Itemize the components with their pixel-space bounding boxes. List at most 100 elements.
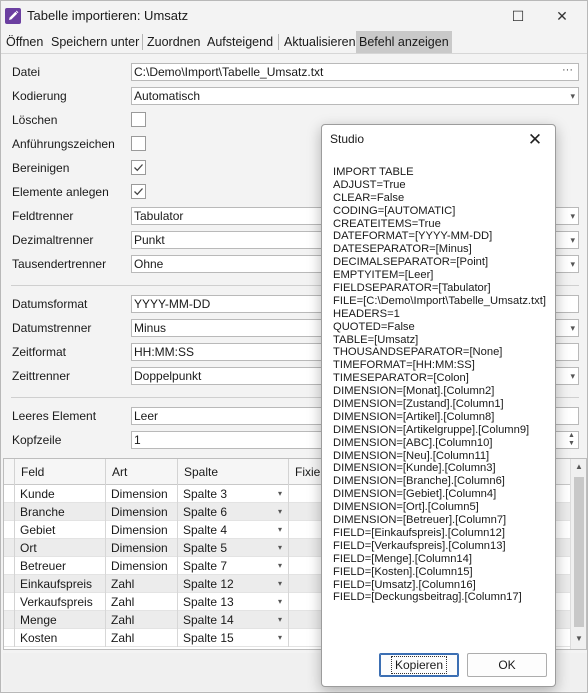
- elemente-anlegen-checkbox[interactable]: [131, 184, 146, 199]
- menu-separator: [278, 34, 279, 50]
- zeitformat-value: HH:MM:SS: [134, 345, 194, 359]
- cell-spalte[interactable]: Spalte 15 ▾: [178, 629, 289, 647]
- command-line: ADJUST=True: [333, 178, 406, 191]
- dialog-close-icon[interactable]: ✕: [522, 129, 548, 151]
- ok-button[interactable]: OK: [467, 653, 547, 677]
- scrollbar-thumb[interactable]: [574, 477, 584, 627]
- row-header: [4, 503, 15, 521]
- close-button[interactable]: ✕: [547, 5, 577, 27]
- kodierung-select[interactable]: Automatisch ▾: [131, 87, 579, 105]
- cell-feld: Verkaufspreis: [15, 593, 106, 611]
- datumsformat-value: YYYY-MM-DD: [134, 297, 211, 311]
- row-header: [4, 557, 15, 575]
- leer-label: Leeres Element: [12, 409, 97, 423]
- tausender-label: Tausendertrenner: [12, 257, 107, 271]
- check-icon: [134, 164, 143, 172]
- command-line: DIMENSION=[Branche].[Column6]: [333, 475, 505, 488]
- column-header-spalte[interactable]: Spalte: [178, 459, 289, 485]
- cell-feld: Kosten: [15, 629, 106, 647]
- cell-spalte-value: Spalte 5: [183, 541, 228, 555]
- cell-spalte[interactable]: Spalte 7 ▾: [178, 557, 289, 575]
- column-header-art[interactable]: Art: [106, 459, 178, 485]
- menu-zuordnen[interactable]: Zuordnen: [144, 31, 204, 53]
- dialog-title: Studio: [330, 132, 365, 146]
- command-line: FIELDSEPARATOR=[Tabulator]: [333, 282, 491, 295]
- command-line: CODING=[AUTOMATIC]: [333, 204, 456, 217]
- edit-pencil-icon: [5, 8, 21, 24]
- datumstrenner-value: Minus: [134, 321, 167, 335]
- menu-speichern-unter[interactable]: Speichern unter: [48, 31, 142, 53]
- feldtrenner-value: Tabulator: [134, 209, 184, 223]
- command-line: DIMENSION=[Betreuer].[Column7]: [333, 514, 507, 527]
- row-header: [4, 593, 15, 611]
- row-header: [4, 575, 15, 593]
- kopfzeile-label: Kopfzeile: [12, 433, 62, 447]
- chevron-down-icon: ▾: [277, 561, 282, 570]
- spin-down-icon[interactable]: ▼: [566, 440, 577, 448]
- cell-feld: Betreuer: [15, 557, 106, 575]
- feldtrenner-label: Feldtrenner: [12, 209, 74, 223]
- cell-art: Zahl: [106, 575, 178, 593]
- maximize-button[interactable]: ☐: [503, 5, 533, 27]
- command-line: FIELD=[Deckungsbeitrag].[Column17]: [333, 591, 522, 604]
- command-line: DIMENSION=[Kunde].[Column3]: [333, 462, 496, 475]
- command-text: IMPORT TABLE ADJUST=True CLEAR=False CODING…: [333, 166, 546, 604]
- menu-befehl-anzeigen[interactable]: Befehl anzeigen: [356, 31, 452, 53]
- anfuehrungszeichen-checkbox[interactable]: [131, 136, 146, 151]
- menu-oeffnen[interactable]: Öffnen: [3, 31, 46, 53]
- bereinigen-checkbox[interactable]: [131, 160, 146, 175]
- cell-art: Dimension: [106, 503, 178, 521]
- browse-icon[interactable]: ···: [562, 64, 573, 78]
- row-header: [4, 485, 15, 503]
- cell-spalte[interactable]: Spalte 6 ▾: [178, 503, 289, 521]
- cell-art: Zahl: [106, 611, 178, 629]
- command-line: HEADERS=1: [333, 307, 400, 320]
- menu-aktualisieren[interactable]: Aktualisieren: [281, 31, 359, 53]
- copy-button[interactable]: Kopieren: [379, 653, 459, 677]
- title-bar: Tabelle importieren: Umsatz ☐ ✕: [1, 1, 587, 31]
- cell-spalte[interactable]: Spalte 12 ▾: [178, 575, 289, 593]
- cell-spalte[interactable]: Spalte 13 ▾: [178, 593, 289, 611]
- command-line: THOUSANDSEPARATOR=[None]: [333, 346, 503, 359]
- menu-aufsteigend[interactable]: Aufsteigend: [204, 31, 276, 53]
- row-header-corner: [4, 459, 15, 485]
- command-line: EMPTYITEM=[Leer]: [333, 269, 434, 282]
- zeitformat-label: Zeitformat: [12, 345, 67, 359]
- chevron-down-icon: ▾: [570, 259, 575, 269]
- scroll-up-icon[interactable]: ▲: [571, 459, 586, 475]
- chevron-down-icon: ▾: [277, 507, 282, 516]
- command-line: DIMENSION=[Artikel].[Column8]: [333, 410, 495, 423]
- chevron-down-icon: ▾: [277, 597, 282, 606]
- cell-spalte[interactable]: Spalte 5 ▾: [178, 539, 289, 557]
- tausender-value: Ohne: [134, 257, 164, 271]
- datei-field[interactable]: C:\Demo\Import\Tabelle_Umsatz.txt ···: [131, 63, 579, 81]
- vertical-scrollbar[interactable]: ▲ ▼: [570, 459, 586, 649]
- check-icon: [134, 188, 143, 196]
- cell-spalte[interactable]: Spalte 14 ▾: [178, 611, 289, 629]
- scroll-down-icon[interactable]: ▼: [571, 631, 586, 647]
- bereinigen-label: Bereinigen: [12, 161, 70, 175]
- cell-spalte-value: Spalte 14: [183, 613, 234, 627]
- command-line: FIELD=[Verkaufspreis].[Column13]: [333, 539, 506, 552]
- spin-up-icon[interactable]: ▲: [566, 432, 577, 440]
- leer-value: Leer: [134, 409, 159, 423]
- zeittrenner-label: Zeittrenner: [12, 369, 71, 383]
- command-line: CREATEITEMS=True: [333, 217, 441, 230]
- loeschen-checkbox[interactable]: [131, 112, 146, 127]
- command-line: DIMENSION=[Zustand].[Column1]: [333, 398, 504, 411]
- command-line: FIELD=[Umsatz].[Column16]: [333, 578, 476, 591]
- cell-spalte-value: Spalte 6: [183, 505, 228, 519]
- cell-spalte[interactable]: Spalte 3 ▾: [178, 485, 289, 503]
- command-line: DIMENSION=[Artikelgruppe].[Column9]: [333, 423, 530, 436]
- cell-art: Dimension: [106, 485, 178, 503]
- cell-feld: Branche: [15, 503, 106, 521]
- command-line: DIMENSION=[ABC].[Column10]: [333, 436, 493, 449]
- menu-separator: [142, 34, 143, 50]
- kodierung-value: Automatisch: [134, 89, 201, 103]
- command-line: TIMEFORMAT=[HH:MM:SS]: [333, 359, 475, 372]
- menu-bar: Öffnen Speichern unter Zuordnen Aufsteig…: [1, 31, 587, 54]
- column-header-feld[interactable]: Feld: [15, 459, 106, 485]
- cell-spalte[interactable]: Spalte 4 ▾: [178, 521, 289, 539]
- row-header: [4, 539, 15, 557]
- cell-spalte-value: Spalte 4: [183, 523, 228, 537]
